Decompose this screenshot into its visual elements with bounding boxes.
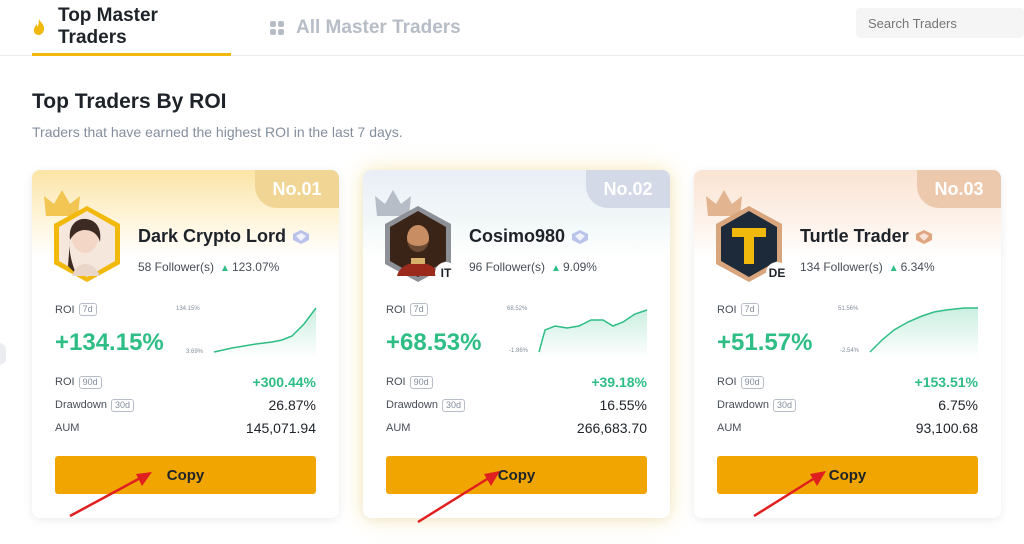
country-badge: DE bbox=[766, 262, 788, 284]
roi-sparkline: 51.56% -2.54% bbox=[838, 306, 978, 358]
trader-name[interactable]: Cosimo980 bbox=[469, 226, 590, 247]
drawdown-row: Drawdown 30d 26.87% bbox=[55, 397, 316, 413]
triangle-up-icon: ▲ bbox=[551, 263, 561, 274]
trader-name[interactable]: Dark Crypto Lord bbox=[138, 226, 311, 247]
bronze-badge-icon bbox=[914, 229, 934, 245]
triangle-up-icon: ▲ bbox=[888, 263, 899, 274]
aum-value: 266,683.70 bbox=[576, 420, 647, 436]
drawdown-row: Drawdown 30d 16.55% bbox=[386, 397, 647, 413]
drawdown-row: Drawdown 30d 6.75% bbox=[717, 397, 978, 413]
roi-7d-value: +51.57% bbox=[717, 329, 813, 356]
chart-min-label: 3.69% bbox=[186, 349, 204, 355]
avatar-image bbox=[54, 206, 120, 282]
roi-90d-row: ROI 90d +39.18% bbox=[386, 374, 647, 390]
drawdown-value: 26.87% bbox=[268, 397, 316, 413]
drawdown-value: 16.55% bbox=[599, 397, 647, 413]
carousel-prev-handle[interactable] bbox=[0, 343, 6, 365]
roi-90d-value: +300.44% bbox=[252, 374, 316, 390]
chart-max-label: 134.15% bbox=[176, 306, 200, 312]
annotation-arrow bbox=[417, 471, 500, 524]
tab-all-master-traders[interactable]: All Master Traders bbox=[270, 0, 461, 56]
top-nav: Top Master Traders All Master Traders bbox=[0, 0, 1024, 56]
roi-label: ROI 7d bbox=[717, 303, 759, 316]
section-subtitle: Traders that have earned the highest ROI… bbox=[32, 124, 403, 140]
avatar[interactable] bbox=[42, 188, 126, 284]
aum-value: 93,100.68 bbox=[915, 420, 978, 436]
avatar[interactable]: DE bbox=[704, 188, 788, 284]
roi-90d-value: +153.51% bbox=[914, 374, 978, 390]
roi-7d-value: +68.53% bbox=[386, 329, 482, 356]
roi-7d-value: +134.15% bbox=[55, 329, 164, 356]
trader-card: No.02 IT Cosimo980 96 Follower(s) ▲ 9.09% … bbox=[363, 170, 670, 518]
rank-badge: No.01 bbox=[255, 170, 339, 208]
triangle-up-icon: ▲ bbox=[220, 263, 230, 274]
followers-info: 58 Follower(s) ▲ 123.07% bbox=[138, 260, 280, 274]
annotation-arrow bbox=[753, 471, 826, 518]
aum-value: 145,071.94 bbox=[245, 420, 316, 436]
roi-90d-row: ROI 90d +300.44% bbox=[55, 374, 316, 390]
country-badge: IT bbox=[435, 262, 457, 284]
followers-info: 96 Follower(s) ▲ 9.09% bbox=[469, 260, 597, 274]
section-title: Top Traders By ROI bbox=[32, 90, 227, 113]
roi-label: ROI 7d bbox=[55, 303, 97, 316]
chart-max-label: 68.52% bbox=[507, 306, 528, 312]
rank-badge: No.02 bbox=[586, 170, 670, 208]
diamond-badge-icon bbox=[570, 229, 590, 245]
drawdown-value: 6.75% bbox=[938, 397, 978, 413]
roi-sparkline: 134.15% 3.69% bbox=[176, 306, 317, 358]
roi-label: ROI 7d bbox=[386, 303, 428, 316]
rank-badge: No.03 bbox=[917, 170, 1001, 208]
chart-min-label: -2.54% bbox=[840, 348, 860, 354]
search-input[interactable] bbox=[856, 8, 1024, 38]
trader-name[interactable]: Turtle Trader bbox=[800, 226, 934, 247]
tab-label: All Master Traders bbox=[296, 17, 461, 38]
flame-icon bbox=[32, 18, 46, 36]
aum-row: AUM 266,683.70 bbox=[386, 420, 647, 436]
followers-info: 134 Follower(s) ▲ 6.34% bbox=[800, 260, 935, 274]
diamond-badge-icon bbox=[291, 229, 311, 245]
annotation-arrow bbox=[69, 472, 152, 518]
trader-card: No.03 DE Turtle Trader 134 Follower(s) ▲ 6… bbox=[694, 170, 1001, 518]
avatar[interactable]: IT bbox=[373, 188, 457, 284]
chart-min-label: -1.86% bbox=[509, 348, 529, 354]
aum-row: AUM 145,071.94 bbox=[55, 420, 316, 436]
roi-90d-row: ROI 90d +153.51% bbox=[717, 374, 978, 390]
chart-max-label: 51.56% bbox=[838, 306, 859, 312]
tab-label: Top Master Traders bbox=[58, 4, 158, 48]
roi-90d-value: +39.18% bbox=[591, 374, 647, 390]
grid-icon bbox=[270, 21, 284, 35]
roi-sparkline: 68.52% -1.86% bbox=[507, 306, 648, 358]
aum-row: AUM 93,100.68 bbox=[717, 420, 978, 436]
tab-top-master-traders[interactable]: Top Master Traders bbox=[32, 0, 231, 56]
